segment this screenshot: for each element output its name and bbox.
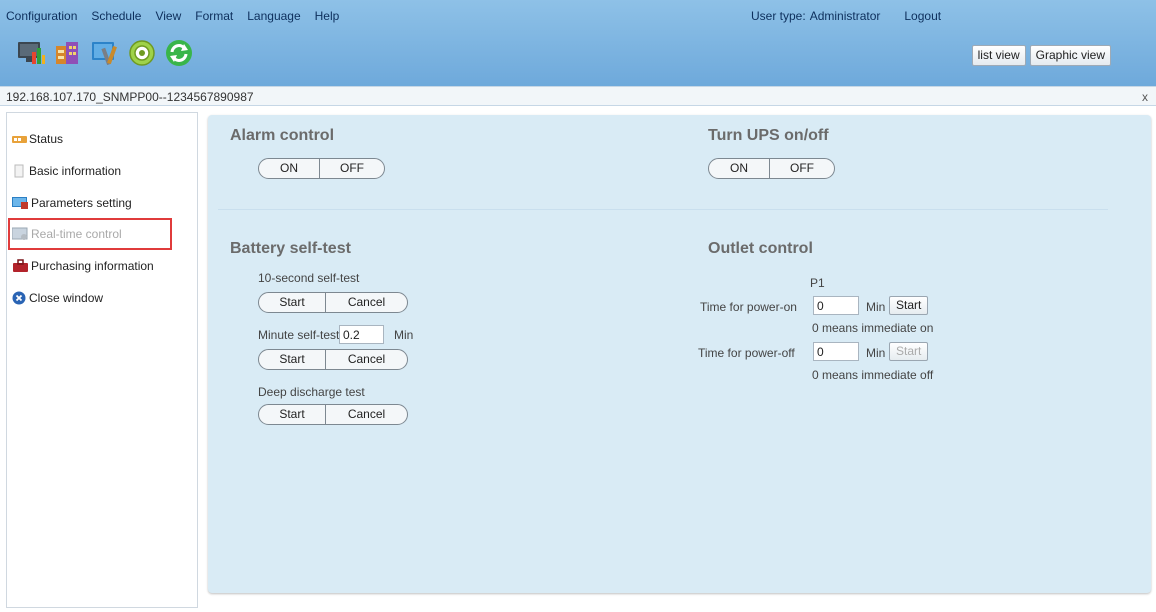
alarm-off-button[interactable]: OFF bbox=[319, 159, 384, 178]
user-info: User type: Administrator Logout bbox=[751, 9, 941, 23]
minute-test-label: Minute self-test bbox=[258, 328, 340, 342]
power-on-time-input[interactable] bbox=[813, 296, 859, 315]
device-name[interactable]: 192.168.107.170_SNMPP00--1234567890987 bbox=[6, 90, 254, 104]
alarm-toggle: ON OFF bbox=[258, 158, 385, 179]
alarm-on-button[interactable]: ON bbox=[259, 159, 319, 178]
menu-help[interactable]: Help bbox=[315, 9, 340, 23]
ten-second-start-button[interactable]: Start bbox=[259, 293, 325, 312]
sidebar-item-close-window[interactable]: Close window bbox=[12, 288, 103, 308]
sidebar-item-label: Status bbox=[29, 132, 64, 146]
power-on-unit-label: Min bbox=[866, 300, 886, 314]
power-on-label: Time for power-on bbox=[700, 300, 797, 314]
minute-unit-label: Min bbox=[394, 328, 414, 342]
gear-disc-icon[interactable] bbox=[127, 38, 157, 68]
logout-link[interactable]: Logout bbox=[904, 9, 941, 23]
power-off-label: Time for power-off bbox=[698, 346, 795, 360]
outlet-port-label: P1 bbox=[810, 276, 825, 290]
menu-schedule[interactable]: Schedule bbox=[91, 9, 141, 23]
refresh-icon[interactable] bbox=[164, 38, 194, 68]
section-divider bbox=[218, 209, 1108, 210]
sidebar: Status Basic information Parameters sett… bbox=[6, 112, 198, 608]
power-off-unit-label: Min bbox=[866, 346, 886, 360]
minute-cancel-button[interactable]: Cancel bbox=[325, 350, 407, 369]
list-view-button[interactable]: list view bbox=[971, 45, 1026, 66]
power-off-time-input[interactable] bbox=[813, 342, 859, 361]
menu-view[interactable]: View bbox=[155, 9, 181, 23]
sidebar-item-label: Basic information bbox=[29, 164, 122, 178]
sidebar-item-purchasing-information[interactable]: Purchasing information bbox=[12, 256, 154, 276]
monitor-chart-icon[interactable] bbox=[16, 38, 46, 68]
device-tab-bar: 192.168.107.170_SNMPP00--1234567890987 x bbox=[0, 86, 1156, 106]
purchase-icon bbox=[12, 259, 29, 273]
sidebar-item-status[interactable]: Status bbox=[12, 129, 63, 149]
menu-format[interactable]: Format bbox=[195, 9, 233, 23]
ten-second-test-controls: Start Cancel bbox=[258, 292, 408, 313]
menu-configuration[interactable]: Configuration bbox=[6, 9, 77, 23]
sidebar-item-label: Purchasing information bbox=[31, 259, 154, 273]
building-icon[interactable] bbox=[53, 38, 83, 68]
sidebar-item-label: Close window bbox=[29, 291, 104, 305]
ten-second-test-label: 10-second self-test bbox=[258, 271, 360, 285]
power-on-start-button[interactable]: Start bbox=[889, 296, 929, 315]
sidebar-item-label: Parameters setting bbox=[31, 196, 132, 210]
menu-language[interactable]: Language bbox=[247, 9, 300, 23]
deep-discharge-start-button[interactable]: Start bbox=[259, 405, 325, 424]
ups-on-button[interactable]: ON bbox=[709, 159, 769, 178]
power-off-start-button[interactable]: Start bbox=[889, 342, 929, 361]
menu-bar: Configuration Schedule View Format Langu… bbox=[6, 9, 353, 23]
battery-self-test-title: Battery self-test bbox=[230, 240, 351, 257]
power-off-hint: 0 means immediate off bbox=[812, 368, 934, 382]
tools-icon[interactable] bbox=[90, 38, 120, 68]
sidebar-item-basic-information[interactable]: Basic information bbox=[12, 161, 121, 181]
deep-discharge-controls: Start Cancel bbox=[258, 404, 408, 425]
power-on-hint: 0 means immediate on bbox=[812, 321, 934, 335]
alarm-control-title: Alarm control bbox=[230, 127, 335, 144]
monitor-icon bbox=[12, 196, 29, 210]
deep-discharge-cancel-button[interactable]: Cancel bbox=[325, 405, 407, 424]
real-time-control-panel: Alarm control ON OFF Turn UPS on/off ON … bbox=[208, 115, 1151, 593]
sidebar-item-parameters-setting[interactable]: Parameters setting bbox=[12, 193, 132, 213]
info-icon bbox=[12, 164, 27, 178]
outlet-control-title: Outlet control bbox=[708, 240, 813, 257]
status-icon bbox=[12, 132, 27, 146]
close-icon bbox=[12, 291, 27, 305]
user-type-label: User type: bbox=[751, 9, 806, 23]
ten-second-cancel-button[interactable]: Cancel bbox=[325, 293, 407, 312]
minute-test-input[interactable] bbox=[339, 325, 384, 344]
ups-off-button[interactable]: OFF bbox=[769, 159, 834, 178]
minute-start-button[interactable]: Start bbox=[259, 350, 325, 369]
ups-toggle: ON OFF bbox=[708, 158, 835, 179]
view-switch: list view Graphic view bbox=[968, 45, 1111, 66]
selected-item-highlight bbox=[8, 218, 172, 250]
user-type-value: Administrator bbox=[809, 9, 881, 23]
graphic-view-button[interactable]: Graphic view bbox=[1029, 45, 1111, 66]
deep-discharge-label: Deep discharge test bbox=[258, 385, 365, 399]
minute-test-controls: Start Cancel bbox=[258, 349, 408, 370]
close-device-tab-button[interactable]: x bbox=[1142, 90, 1148, 104]
toolbar bbox=[16, 38, 201, 68]
app-header: Configuration Schedule View Format Langu… bbox=[0, 0, 1156, 86]
ups-power-title: Turn UPS on/off bbox=[708, 127, 829, 144]
